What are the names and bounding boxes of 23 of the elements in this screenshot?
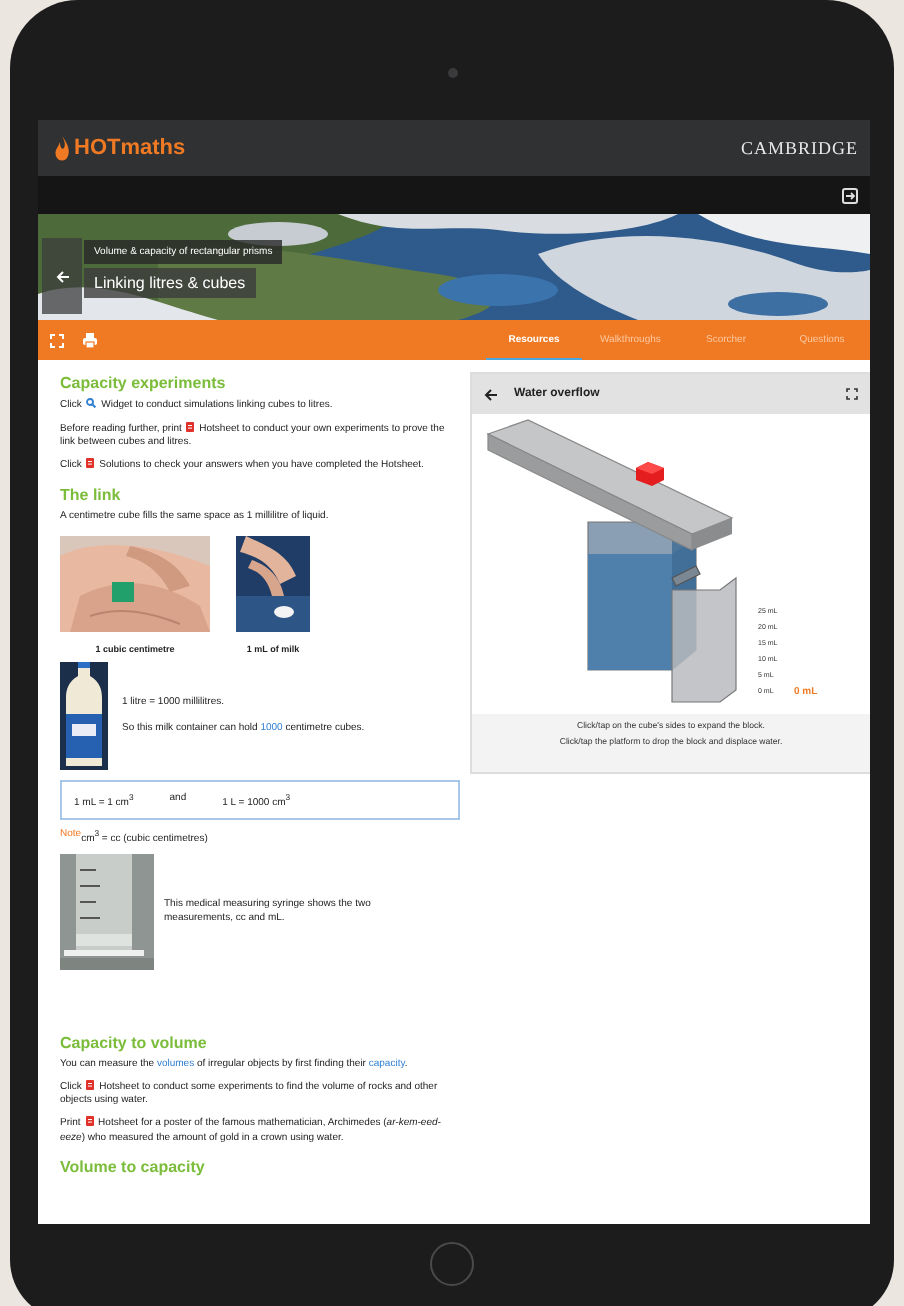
overflow-spout (671, 565, 701, 587)
brand-name: CAMBRIDGE (740, 138, 858, 158)
section-heading: The link (60, 485, 123, 503)
magnifier-icon[interactable] (86, 398, 97, 408)
expand-icon[interactable] (846, 388, 858, 400)
flame-icon (54, 135, 70, 161)
exit-icon[interactable] (842, 187, 858, 203)
platform[interactable] (486, 419, 734, 551)
measuring-cylinder (671, 576, 737, 703)
document-icon[interactable] (85, 1116, 94, 1127)
banner-title: Linking litres & cubes (84, 268, 256, 298)
section-heading: Capacity to volume (60, 1033, 209, 1052)
document-icon[interactable] (86, 458, 95, 468)
block[interactable] (636, 462, 664, 486)
camera-icon (447, 68, 457, 78)
section-heading: Capacity experiments (60, 374, 228, 392)
logo-text: HOTmaths (74, 136, 186, 160)
print-icon[interactable] (82, 332, 98, 348)
document-icon[interactable] (86, 1079, 95, 1090)
document-icon[interactable] (186, 421, 195, 431)
back-arrow-icon[interactable] (484, 387, 498, 401)
back-arrow-icon (55, 269, 69, 283)
section-heading: Volume to capacity (60, 1157, 207, 1176)
